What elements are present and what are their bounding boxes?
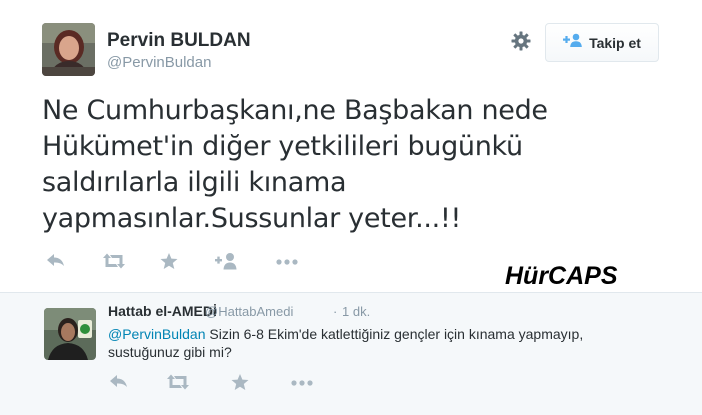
tweet-text-line: Hükümet'in diğer yetkilileri bugünkü [42, 131, 523, 162]
reply-mention-link[interactable]: @PervinBuldan [108, 326, 206, 342]
reply-text-line: sustuğunuz gibi mi? [108, 344, 232, 360]
more-icon[interactable] [275, 252, 298, 270]
reply-icon[interactable] [45, 252, 67, 270]
reply-separator: · [333, 304, 338, 319]
retweet-icon[interactable] [166, 373, 189, 391]
tweet-text: Ne Cumhurbaşkanı,ne Başbakan nede Hüküme… [42, 93, 642, 237]
follow-button-label: Takip et [589, 34, 641, 51]
reply-icon[interactable] [108, 373, 130, 391]
author-avatar[interactable] [42, 23, 95, 76]
reply-text: @PervinBuldan Sizin 6-8 Ekim'de katletti… [108, 325, 678, 361]
reply-text-line: Sizin 6-8 Ekim'de katlettiğiniz gençler … [205, 326, 584, 342]
add-user-icon [563, 33, 583, 52]
watermark: HürCAPS [505, 262, 618, 290]
tweet-text-line: Ne Cumhurbaşkanı,ne Başbakan nede [42, 95, 548, 126]
favorite-icon[interactable] [230, 373, 252, 391]
favorite-icon[interactable] [159, 252, 181, 270]
reply-author-name[interactable]: Hattab el-AMEDİ [108, 303, 217, 319]
author-name[interactable]: Pervin BULDAN [107, 30, 251, 52]
reply-author-handle[interactable]: @HattabAmedi [205, 304, 293, 319]
author-handle[interactable]: @PervinBuldan [107, 54, 211, 71]
reply-timestamp[interactable]: 1 dk. [342, 304, 370, 319]
follow-icon[interactable] [215, 252, 237, 270]
follow-button[interactable]: Takip et [545, 23, 659, 62]
retweet-icon[interactable] [102, 252, 125, 270]
tweet-text-line: yapmasınlar.Sussunlar yeter...!! [42, 203, 461, 234]
tweet-card: Pervin BULDAN @PervinBuldan Takip et Ne … [0, 0, 702, 292]
reply-tweet: Hattab el-AMEDİ @HattabAmedi · 1 dk. @Pe… [0, 292, 702, 415]
tweet-text-line: saldırılarla ilgili kınama [42, 167, 347, 198]
reply-author-avatar[interactable] [44, 308, 96, 360]
more-icon[interactable] [290, 373, 313, 391]
gear-icon[interactable] [510, 30, 532, 52]
